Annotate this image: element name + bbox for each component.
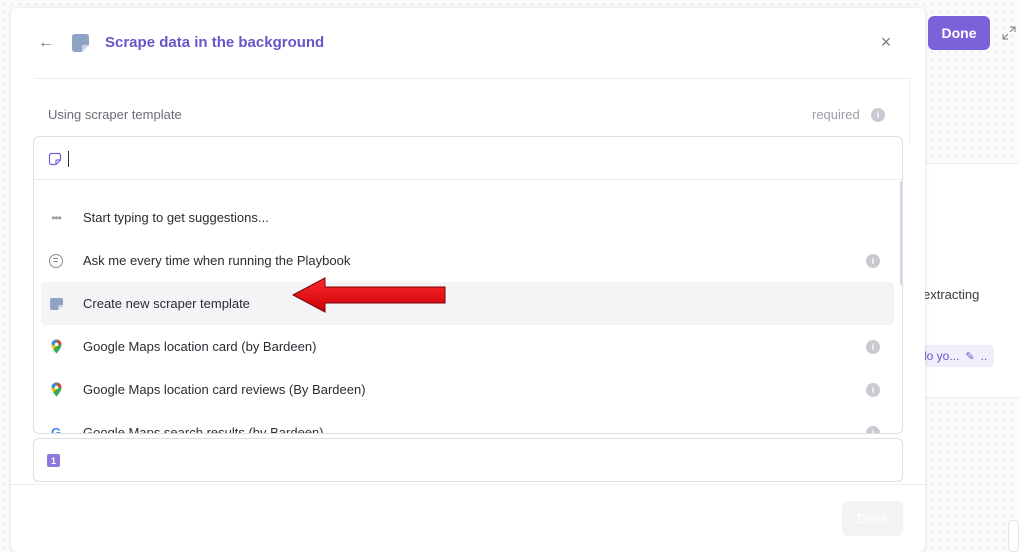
google-maps-pin-icon bbox=[48, 382, 64, 398]
field-label: Using scraper template bbox=[48, 107, 182, 122]
scraper-template-icon bbox=[70, 33, 91, 53]
pencil-icon[interactable]: ✎ bbox=[965, 350, 974, 363]
chat-icon bbox=[48, 253, 64, 269]
info-icon[interactable]: i bbox=[866, 382, 880, 397]
top-done-button[interactable]: Done bbox=[928, 16, 990, 50]
expand-icon[interactable] bbox=[1000, 24, 1018, 42]
second-field[interactable]: 1 bbox=[33, 438, 903, 482]
header-divider-vertical bbox=[909, 78, 910, 142]
red-arrow-annotation bbox=[292, 277, 446, 313]
scrollbar[interactable] bbox=[900, 181, 902, 285]
required-label: required bbox=[812, 107, 860, 122]
scrape-modal: ← Scrape data in the background × Using … bbox=[11, 8, 925, 552]
close-icon[interactable]: × bbox=[877, 33, 895, 51]
option-google-maps-location-card[interactable]: Google Maps location card (by Bardeen) i bbox=[41, 325, 894, 368]
option-label: Google Maps search results (by Bardeen) bbox=[83, 425, 324, 434]
background-bottom-card bbox=[1008, 520, 1019, 552]
dots-icon: ••• bbox=[51, 210, 62, 225]
option-label: Create new scraper template bbox=[83, 296, 250, 311]
template-search-input[interactable] bbox=[66, 148, 886, 170]
option-label: Start typing to get suggestions... bbox=[83, 210, 269, 225]
search-row bbox=[34, 137, 902, 180]
option-google-maps-search-results[interactable]: G Google Maps search results (by Bardeen… bbox=[41, 411, 894, 434]
option-ask-every-time[interactable]: Ask me every time when running the Playb… bbox=[41, 239, 894, 282]
info-icon[interactable]: i bbox=[866, 339, 880, 354]
option-create-new-template[interactable]: Create new scraper template bbox=[41, 282, 894, 325]
info-icon[interactable]: i bbox=[866, 253, 880, 268]
info-icon[interactable]: i bbox=[871, 108, 885, 122]
option-label: Google Maps location card (by Bardeen) bbox=[83, 339, 317, 354]
google-maps-pin-icon bbox=[48, 339, 64, 355]
scraper-template-outline-icon bbox=[48, 152, 62, 166]
background-chip[interactable]: lo yo... ✎ .. bbox=[922, 345, 994, 367]
template-dropdown: ••• Start typing to get suggestions... A… bbox=[33, 136, 903, 434]
background-card-text: extracting bbox=[923, 287, 980, 302]
text-caret bbox=[68, 151, 69, 167]
option-google-maps-reviews[interactable]: Google Maps location card reviews (By Ba… bbox=[41, 368, 894, 411]
scraper-template-icon bbox=[48, 296, 64, 312]
header-divider bbox=[34, 78, 909, 79]
option-label: Google Maps location card reviews (By Ba… bbox=[83, 382, 366, 397]
done-button[interactable]: Done bbox=[842, 501, 903, 536]
footer-divider bbox=[11, 484, 925, 485]
background-chip-trailing: .. bbox=[980, 349, 988, 363]
option-label: Ask me every time when running the Playb… bbox=[83, 253, 351, 268]
google-g-icon: G bbox=[50, 425, 62, 434]
option-start-typing: ••• Start typing to get suggestions... bbox=[41, 196, 894, 239]
modal-title: Scrape data in the background bbox=[105, 34, 325, 51]
number-badge: 1 bbox=[47, 454, 60, 467]
background-chip-text: lo yo... bbox=[924, 349, 960, 363]
info-icon[interactable]: i bbox=[866, 425, 880, 433]
back-arrow-icon[interactable]: ← bbox=[38, 34, 54, 52]
modal-header: ← Scrape data in the background × bbox=[11, 8, 925, 78]
